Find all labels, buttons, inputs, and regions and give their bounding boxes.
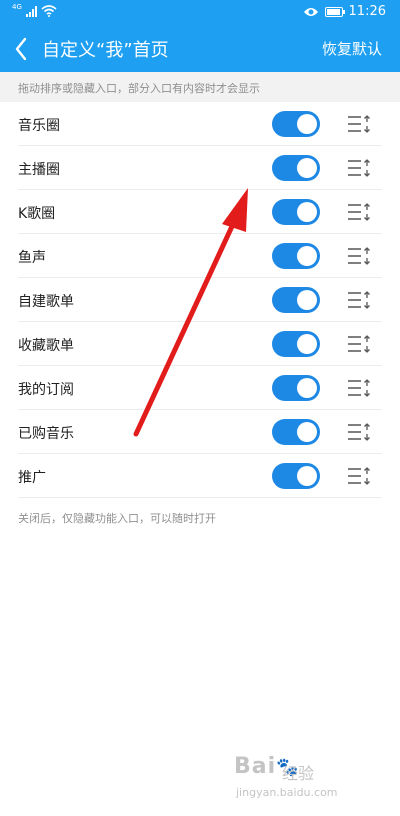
list-item-label: 我的订阅 <box>18 382 74 398</box>
watermark: Bai🐾 经验 jingyan.baidu.com <box>234 754 374 808</box>
page-title: 自定义“我”首页 <box>42 40 169 61</box>
drag-sort-icon[interactable] <box>346 334 372 354</box>
list-item-anchor-circle: 主播圈 <box>0 146 400 190</box>
visibility-toggle[interactable] <box>272 155 320 181</box>
list-item-label: K歌圈 <box>18 206 56 222</box>
list-item-promotion: 推广 <box>0 454 400 498</box>
visibility-toggle[interactable] <box>272 287 320 313</box>
watermark-url: jingyan.baidu.com <box>236 786 338 799</box>
status-bar: 4G 11:26 <box>0 0 400 26</box>
visibility-toggle[interactable] <box>272 243 320 269</box>
visibility-toggle[interactable] <box>272 331 320 357</box>
list-item-purchased-music: 已购音乐 <box>0 410 400 454</box>
list-item-created-playlists: 自建歌单 <box>0 278 400 322</box>
list-item-karaoke-circle: K歌圈 <box>0 190 400 234</box>
drag-sort-icon[interactable] <box>346 158 372 178</box>
list-item-yusheng: 鱼声 <box>0 234 400 278</box>
drag-sort-icon[interactable] <box>346 378 372 398</box>
eye-icon <box>303 7 318 16</box>
network-tag: 4G <box>12 3 22 11</box>
list-item-saved-playlists: 收藏歌单 <box>0 322 400 366</box>
list-item-label: 自建歌单 <box>18 294 74 310</box>
visibility-toggle[interactable] <box>272 419 320 445</box>
drag-sort-icon[interactable] <box>346 466 372 486</box>
visibility-toggle[interactable] <box>272 463 320 489</box>
drag-sort-icon[interactable] <box>346 246 372 266</box>
signal-icon <box>25 5 37 17</box>
wifi-icon <box>41 5 57 17</box>
title-bar: 自定义“我”首页 恢复默认 <box>0 28 400 70</box>
list-item-music-circle: 音乐圈 <box>0 102 400 146</box>
battery-icon <box>324 6 345 17</box>
visibility-toggle[interactable] <box>272 375 320 401</box>
list-item-label: 主播圈 <box>18 162 60 178</box>
drag-sort-icon[interactable] <box>346 422 372 442</box>
app-header: 4G 11:26 自定义“我”首页 恢复默认 <box>0 0 400 72</box>
list-item-label: 收藏歌单 <box>18 338 74 354</box>
list-item-label: 音乐圈 <box>18 118 60 134</box>
list-item-subscriptions: 我的订阅 <box>0 366 400 410</box>
watermark-subtitle: 经验 <box>282 764 315 783</box>
entry-list: 音乐圈 主播圈 K歌圈 鱼声 自建歌单 收藏歌单 我的订阅 已购音乐 推广 <box>0 102 400 498</box>
drag-sort-icon[interactable] <box>346 114 372 134</box>
list-item-label: 推广 <box>18 470 46 486</box>
clock: 11:26 <box>348 4 386 19</box>
footer-note: 关闭后，仅隐藏功能入口，可以随时打开 <box>18 512 216 525</box>
drag-sort-icon[interactable] <box>346 202 372 222</box>
list-item-label: 鱼声 <box>18 250 46 266</box>
hint-banner: 拖动排序或隐藏入口，部分入口有内容时才会显示 <box>0 72 400 102</box>
visibility-toggle[interactable] <box>272 199 320 225</box>
chevron-left-icon[interactable] <box>10 34 36 64</box>
drag-sort-icon[interactable] <box>346 290 372 310</box>
visibility-toggle[interactable] <box>272 111 320 137</box>
restore-default-button[interactable]: 恢复默认 <box>322 38 382 59</box>
list-item-label: 已购音乐 <box>18 426 74 442</box>
hint-text: 拖动排序或隐藏入口，部分入口有内容时才会显示 <box>18 82 260 95</box>
